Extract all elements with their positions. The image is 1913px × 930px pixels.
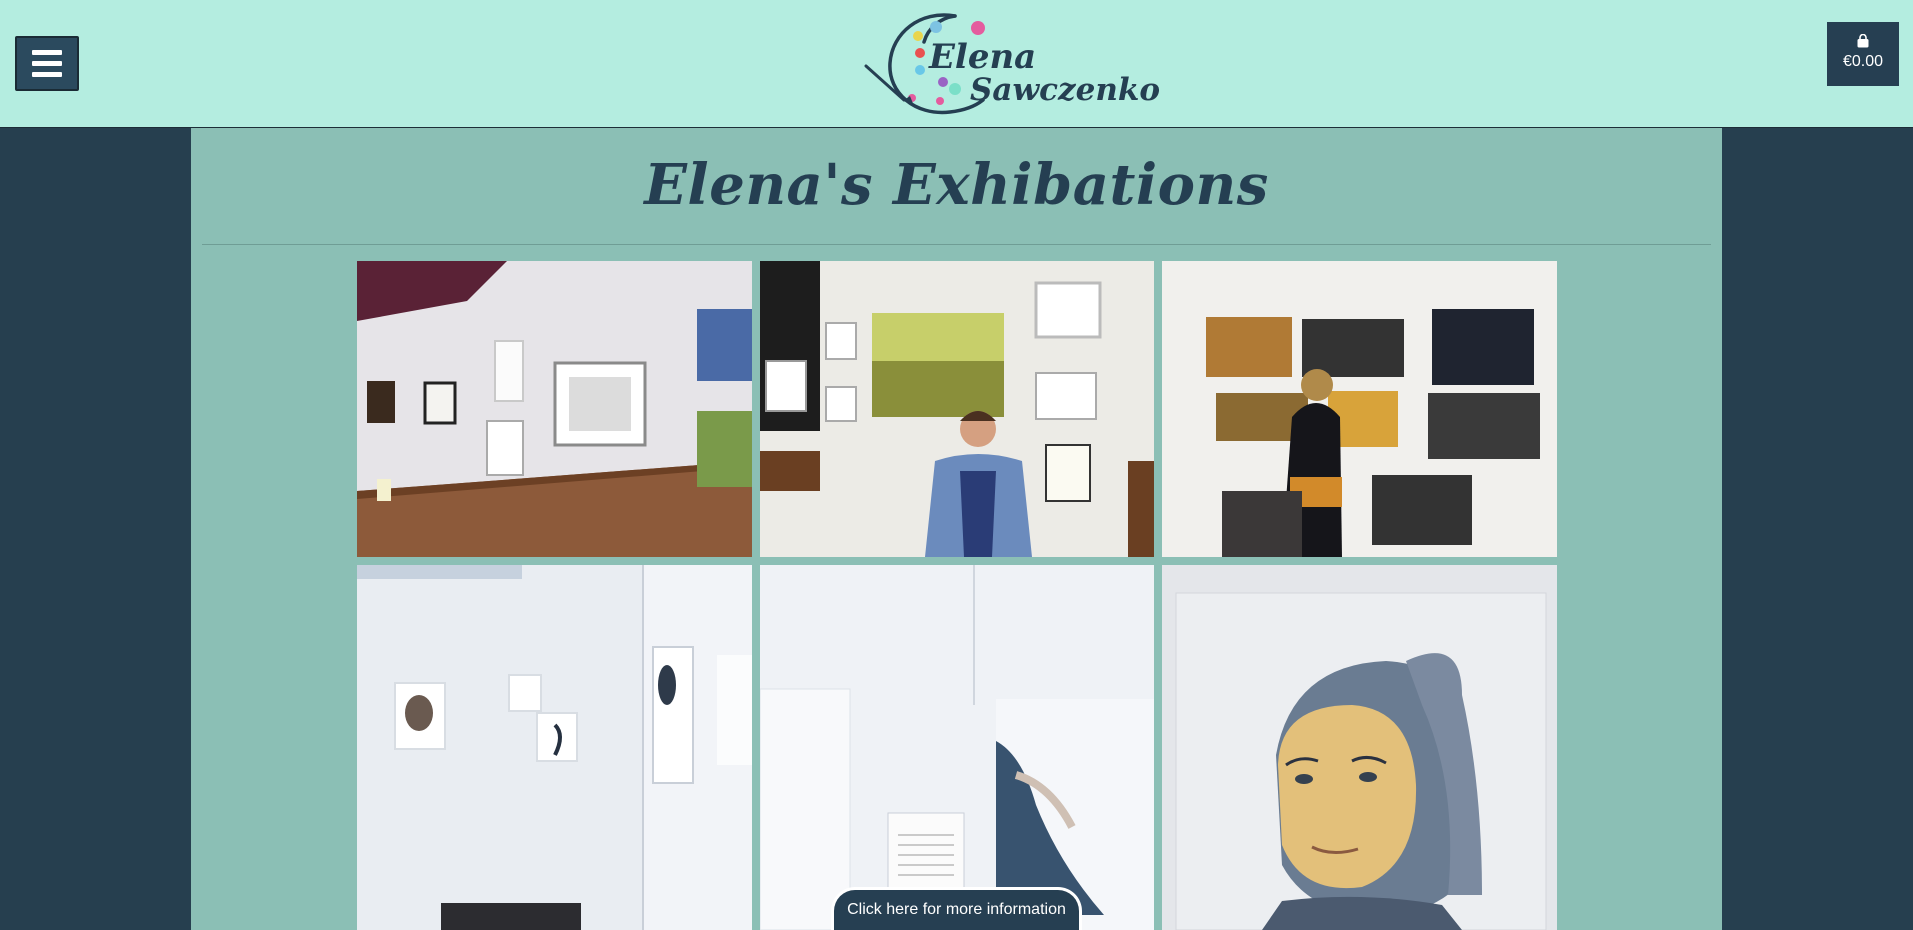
gallery-photo-4[interactable] — [357, 565, 752, 930]
menu-icon-bar — [32, 72, 62, 77]
logo-last-name: Sawczenko — [970, 72, 1161, 108]
page-title: Elena's Exhibations — [644, 152, 1269, 218]
cart-button[interactable]: €0.00 — [1827, 22, 1899, 86]
hamburger-menu-button[interactable] — [15, 36, 79, 91]
site-header: Elena Sawczenko €0.00 — [0, 0, 1913, 128]
gallery-photo-5[interactable] — [760, 565, 1154, 930]
exhibition-photo-image — [760, 261, 1154, 557]
exhibition-photo-image — [357, 261, 752, 557]
shopping-bag-icon — [1856, 33, 1870, 48]
more-info-tab-button[interactable]: Click here for more information — [831, 887, 1082, 930]
menu-icon-bar — [32, 61, 62, 66]
cart-total: €0.00 — [1842, 53, 1884, 70]
main-content: Elena's Exhibations — [191, 128, 1722, 930]
menu-icon-bar — [32, 50, 62, 55]
exhibition-photo-image — [760, 565, 1154, 930]
exhibition-photo-image — [1162, 261, 1557, 557]
logo-first-name: Elena — [929, 37, 1037, 77]
exhibition-photo-image — [357, 565, 752, 930]
gallery-photo-6[interactable] — [1162, 565, 1557, 930]
gallery-photo-2[interactable] — [760, 261, 1154, 557]
gallery-photo-3[interactable] — [1162, 261, 1557, 557]
gallery-photo-1[interactable] — [357, 261, 752, 557]
title-divider — [202, 244, 1711, 245]
exhibition-photo-image — [1162, 565, 1557, 930]
site-logo[interactable]: Elena Sawczenko — [860, 8, 1160, 118]
